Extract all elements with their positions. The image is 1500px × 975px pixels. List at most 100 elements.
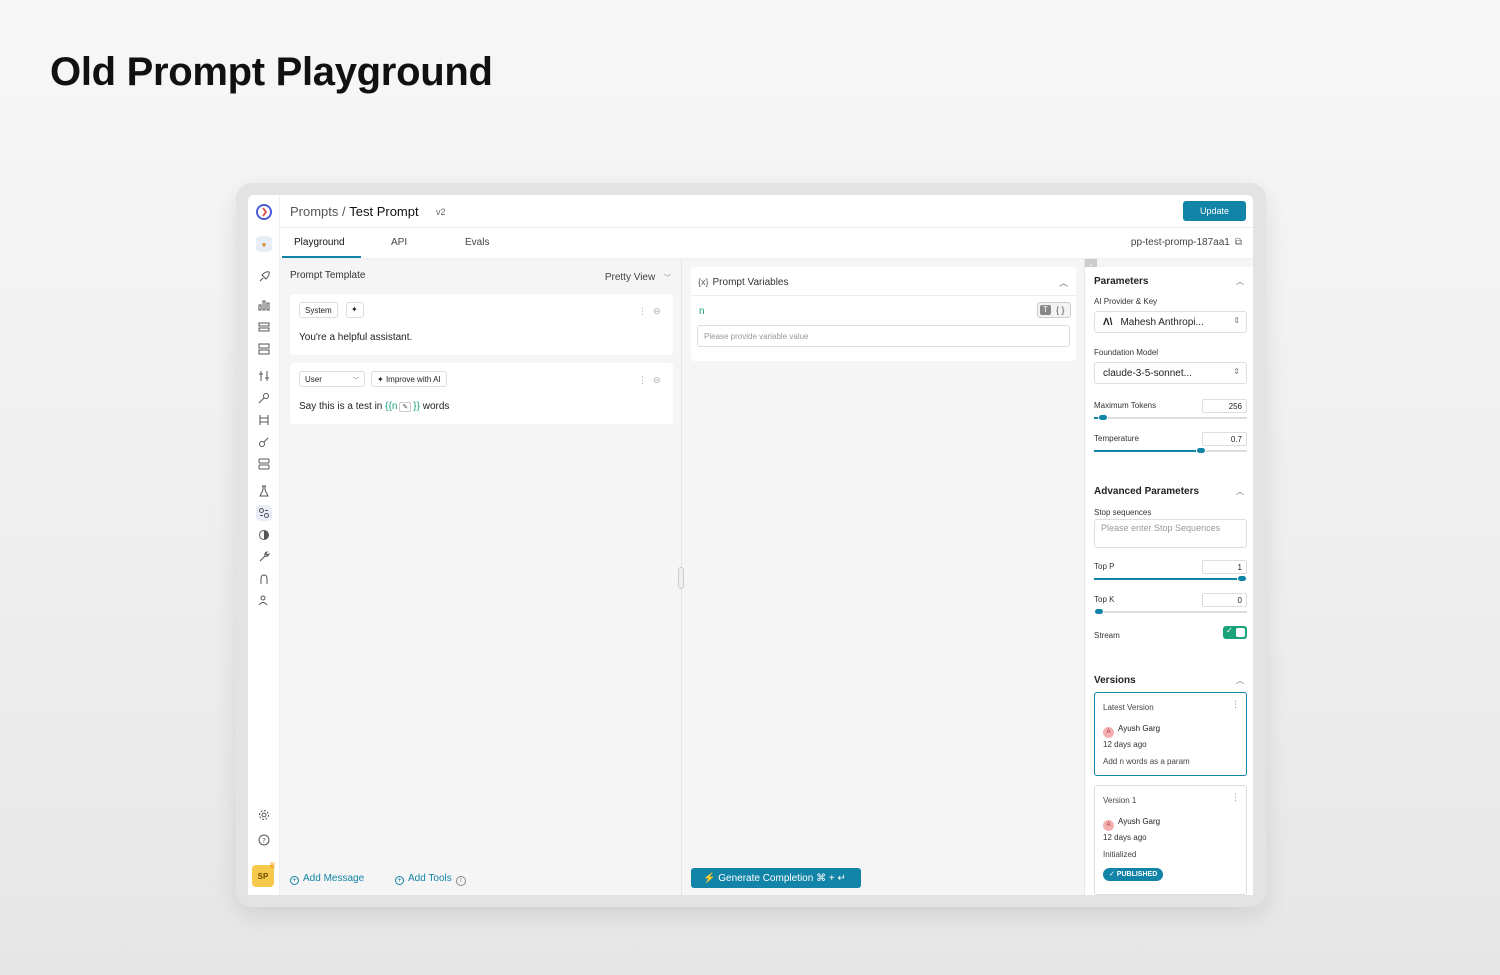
pencil-icon[interactable]: ✎ — [399, 402, 412, 412]
user-message-text-after: words — [419, 401, 450, 412]
prompt-variables-title[interactable]: {x} Prompt Variables — [698, 277, 788, 288]
version-card-latest[interactable]: Latest Version ⋮ A Ayush Garg 12 days ago… — [1094, 692, 1247, 776]
variable-value-input[interactable]: Please provide variable value — [697, 325, 1070, 347]
configs-icon[interactable] — [256, 456, 272, 472]
version-note: Add n words as a param — [1103, 757, 1190, 766]
version-time: 12 days ago — [1103, 740, 1147, 749]
add-message-button[interactable]: + Add Message — [290, 873, 364, 885]
version-author: A Ayush Garg — [1103, 817, 1160, 831]
help-icon[interactable]: ? — [256, 832, 272, 848]
max-tokens-slider[interactable] — [1094, 414, 1247, 421]
parameters-title: Parameters — [1094, 276, 1149, 287]
breadcrumb: Prompts / Test Prompt — [290, 204, 419, 219]
slider-knob[interactable] — [1237, 575, 1247, 582]
tab-playground[interactable]: Playground — [294, 237, 345, 248]
breadcrumb-current: Test Prompt — [349, 204, 419, 219]
more-options-icon[interactable]: ⋮ — [638, 375, 647, 386]
variable-tag-close: }} — [413, 401, 420, 412]
variable-tag[interactable]: {{n ✎}} — [385, 401, 420, 412]
variable-icon: {x} — [698, 277, 709, 287]
provider-select[interactable]: Λ\ Mahesh Anthropi... ⇕ — [1094, 311, 1247, 333]
users-icon[interactable] — [256, 592, 272, 608]
author-name: Ayush Garg — [1118, 724, 1161, 733]
json-type-icon[interactable]: { } — [1056, 305, 1065, 315]
sliders-icon[interactable] — [256, 368, 272, 384]
user-message-card: User ﹀ ✦ Improve with AI ⋮ ⊖ Say this is… — [290, 363, 673, 424]
stop-sequences-label: Stop sequences — [1094, 508, 1152, 517]
flask-icon[interactable] — [256, 483, 272, 499]
page-title: Old Prompt Playground — [50, 50, 493, 94]
version-author: A Ayush Garg — [1103, 724, 1160, 738]
copy-icon[interactable]: ⧉ — [1235, 237, 1242, 248]
version-note: Initialized — [1103, 850, 1137, 859]
temperature-input[interactable]: 0.7 — [1202, 432, 1247, 446]
plugins-icon[interactable] — [256, 434, 272, 450]
breadcrumb-root[interactable]: Prompts / — [290, 204, 346, 219]
author-avatar: A — [1103, 727, 1114, 738]
view-mode-select[interactable]: Pretty View ﹀ — [605, 272, 671, 283]
user-message-text[interactable]: Say this is a test in {{n ✎}} words — [299, 401, 449, 412]
chevron-up-icon[interactable]: ︿ — [1236, 276, 1244, 287]
variable-type-toggle[interactable]: T { } — [1037, 302, 1071, 318]
chevron-up-icon[interactable]: ︿ — [1059, 276, 1068, 289]
chevron-up-icon[interactable]: ︿ — [1236, 486, 1244, 497]
text-type-icon[interactable]: T — [1040, 305, 1051, 315]
slider-knob[interactable] — [1094, 608, 1104, 615]
generate-completion-label: Generate Completion ⌘ + ↵ — [718, 872, 846, 884]
integrations-icon[interactable] — [256, 571, 272, 587]
chevron-up-icon[interactable]: ︿ — [1236, 675, 1244, 686]
version-title: Version 1 — [1103, 796, 1137, 805]
prompts-icon[interactable] — [256, 505, 272, 521]
add-message-label: Add Message — [303, 873, 365, 884]
logs-icon[interactable] — [256, 319, 272, 335]
improve-with-ai-button[interactable]: ✦ Improve with AI — [371, 371, 447, 387]
variables-pane: {x} Prompt Variables ︿ n T { } Please pro… — [678, 259, 1084, 895]
app-window: ● ? SP ♛ Prompts / Test Prompt v2 Update… — [248, 195, 1253, 895]
tab-api[interactable]: API — [391, 237, 407, 248]
stream-toggle[interactable]: ✓ — [1223, 626, 1247, 639]
magic-wand-icon[interactable]: ✦ — [346, 302, 364, 318]
system-message-card: System ✦ ⋮ ⊖ You're a helpful assistant. — [290, 294, 673, 355]
rocket-icon[interactable] — [256, 269, 272, 285]
database-icon[interactable] — [256, 341, 272, 357]
contrast-icon[interactable] — [256, 527, 272, 543]
remove-message-icon[interactable]: ⊖ — [653, 375, 661, 386]
system-message-text[interactable]: You're a helpful assistant. — [299, 332, 412, 343]
more-options-icon[interactable]: ⋮ — [638, 306, 647, 317]
remove-message-icon[interactable]: ⊖ — [653, 306, 661, 317]
prompt-slug: pp-test-promp-187aa1 ⧉ — [1131, 237, 1242, 248]
temperature-slider[interactable] — [1094, 447, 1247, 454]
wrench-icon[interactable] — [256, 549, 272, 565]
analytics-icon[interactable] — [256, 297, 272, 313]
slider-knob[interactable] — [1196, 447, 1207, 454]
guardrails-icon[interactable] — [256, 412, 272, 428]
top-k-slider[interactable] — [1094, 608, 1247, 615]
top-p-slider[interactable] — [1094, 575, 1247, 582]
model-select[interactable]: claude-3-5-sonnet... ⇕ — [1094, 362, 1247, 384]
chevron-updown-icon: ⇕ — [1233, 316, 1240, 325]
tab-evals[interactable]: Evals — [465, 237, 489, 248]
prompt-template-pane: Prompt Template Pretty View ﹀ System ✦ ⋮… — [280, 259, 681, 895]
top-k-input[interactable]: 0 — [1202, 593, 1247, 607]
key-icon[interactable] — [256, 390, 272, 406]
resize-handle[interactable] — [678, 567, 684, 589]
add-tools-button[interactable]: + Add Tools i — [395, 873, 466, 886]
top-p-input[interactable]: 1 — [1202, 560, 1247, 574]
workspace-icon[interactable]: ● — [256, 236, 272, 252]
stop-sequences-input[interactable]: Please enter Stop Sequences — [1094, 519, 1247, 548]
view-mode-label: Pretty View — [604, 272, 656, 283]
role-select-user[interactable]: User ﹀ — [299, 371, 365, 387]
active-tab-indicator — [282, 256, 361, 258]
slider-knob[interactable] — [1098, 414, 1109, 421]
prompt-variables-label: Prompt Variables — [712, 277, 789, 288]
update-button[interactable]: Update — [1183, 201, 1246, 221]
more-options-icon[interactable]: ⋮ — [1231, 792, 1240, 803]
generate-completion-button[interactable]: ⚡ Generate Completion ⌘ + ↵ — [691, 868, 861, 888]
info-icon[interactable]: i — [455, 876, 466, 886]
more-options-icon[interactable]: ⋮ — [1231, 699, 1240, 710]
role-select-system[interactable]: System — [299, 302, 338, 318]
app-logo-icon — [256, 204, 272, 220]
settings-gear-icon[interactable] — [256, 807, 272, 823]
max-tokens-input[interactable]: 256 — [1202, 399, 1247, 413]
version-card-1[interactable]: Version 1 ⋮ A Ayush Garg 12 days ago Init… — [1094, 785, 1247, 895]
